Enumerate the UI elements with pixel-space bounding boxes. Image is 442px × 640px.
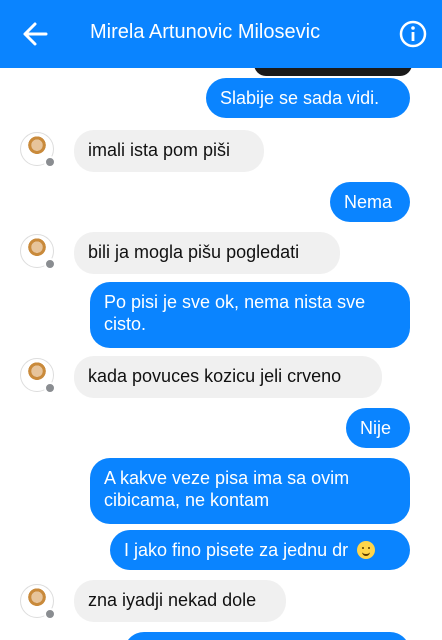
message-text: imali ista pom piši (88, 140, 231, 160)
message-outgoing[interactable]: I jako fino pisete za jednu dr (110, 530, 410, 570)
avatar[interactable] (20, 234, 56, 270)
message-outgoing[interactable]: Po pisi je sve ok, nema nista sve cisto. (90, 282, 410, 348)
message-incoming[interactable]: imali ista pom piši (74, 130, 264, 172)
messenger-badge-icon (44, 382, 56, 394)
conversation-title[interactable]: Mirela Artunovic Milosevic (90, 21, 320, 44)
app-header: Mirela Artunovic Milosevic (0, 0, 442, 68)
message-text: kada povuces kozicu jeli crveno (88, 366, 342, 386)
cropped-message (254, 68, 412, 76)
message-text: Nema (344, 192, 393, 212)
message-text: bili ja mogla pišu pogledati (88, 242, 300, 262)
message-incoming[interactable]: bili ja mogla pišu pogledati (74, 232, 340, 274)
message-text-line: cisto. (104, 314, 147, 334)
messenger-badge-icon (44, 608, 56, 620)
message-outgoing[interactable]: Nije (346, 408, 410, 448)
avatar[interactable] (20, 132, 56, 168)
message-text: Nije (360, 418, 392, 438)
cropped-message (124, 632, 410, 640)
back-arrow-icon[interactable] (22, 20, 48, 48)
smiley-icon (357, 541, 376, 559)
message-text-line: cibicama, ne kontam (104, 490, 270, 510)
avatar[interactable] (20, 584, 56, 620)
message-outgoing[interactable]: Slabije se sada vidi. (206, 78, 410, 118)
message-text: Slabije se sada vidi. (220, 88, 380, 108)
messenger-badge-icon (44, 156, 56, 168)
avatar[interactable] (20, 358, 56, 394)
message-outgoing[interactable]: A kakve veze pisa ima sa ovim cibicama, … (90, 458, 410, 524)
message-text: I jako fino pisete za jednu dr (124, 540, 349, 560)
message-text: zna iyadji nekad dole (88, 590, 257, 610)
message-text-line: Po pisi je sve ok, nema nista sve (104, 292, 366, 312)
message-list[interactable]: Slabije se sada vidi. imali ista pom piš… (0, 68, 442, 640)
message-outgoing[interactable]: Nema (330, 182, 410, 222)
message-incoming[interactable]: kada povuces kozicu jeli crveno (74, 356, 382, 398)
messenger-badge-icon (44, 258, 56, 270)
message-incoming[interactable]: zna iyadji nekad dole (74, 580, 286, 622)
message-text-line: A kakve veze pisa ima sa ovim (104, 468, 350, 488)
info-icon[interactable] (399, 20, 427, 48)
